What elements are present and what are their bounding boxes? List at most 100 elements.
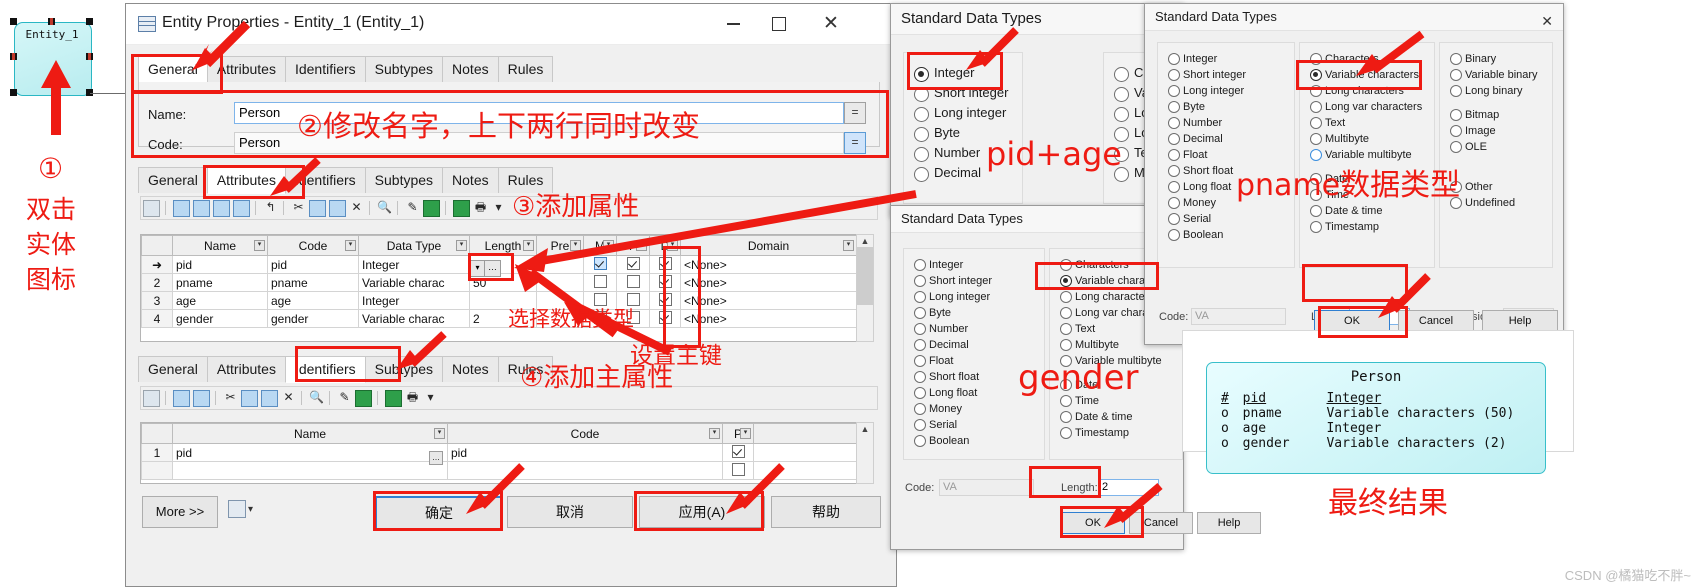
radio-ole[interactable]: OLE (1450, 139, 1552, 155)
minimize-button[interactable] (710, 4, 756, 44)
add-row-icon[interactable] (193, 390, 210, 407)
export-excel-icon[interactable] (453, 200, 470, 217)
cut-icon[interactable]: ✂ (291, 200, 306, 215)
find-icon[interactable]: 🔍 (309, 390, 324, 405)
radio-number[interactable]: Number (1168, 115, 1294, 131)
radio-money[interactable]: Money (914, 401, 1044, 417)
col-name[interactable]: Name ▾ (172, 235, 268, 256)
radio-byte[interactable]: Byte (1168, 99, 1294, 115)
print-icon[interactable]: 🖶 (405, 390, 420, 405)
cell-name[interactable]: pid (172, 255, 268, 274)
cell-datatype[interactable]: Integer (358, 255, 470, 274)
col-code-filter-icon[interactable]: ▾ (345, 240, 356, 251)
add-object-icon[interactable] (233, 200, 250, 217)
code-equal-button[interactable]: = (844, 132, 866, 154)
paste-icon[interactable] (329, 200, 346, 217)
copy-icon[interactable] (309, 200, 326, 217)
identifier-name-ellipsis-button[interactable]: … (429, 451, 443, 465)
cell-id-name[interactable]: pid (172, 443, 448, 462)
add-row-icon[interactable] (193, 200, 210, 217)
tab-identifiers[interactable]: Identifiers (284, 56, 366, 82)
sdt-pname-help-button[interactable]: Help (1482, 310, 1558, 332)
tab-notes-2[interactable]: Notes (442, 167, 499, 193)
scroll-up-icon[interactable]: ▲ (857, 423, 873, 435)
radio-long-integer[interactable]: Long integer (914, 289, 1044, 305)
resize-handle-ne[interactable] (86, 18, 93, 25)
cut-icon[interactable]: ✂ (223, 390, 238, 405)
radio-long-binary[interactable]: Long binary (1450, 83, 1552, 99)
edit-icon[interactable]: ✎ (337, 390, 352, 405)
col-name-filter-icon[interactable]: ▾ (254, 240, 265, 251)
tab-general-2[interactable]: General (138, 167, 208, 193)
id-col-p-filter-icon[interactable]: ▾ (740, 428, 751, 439)
identifiers-toolbar[interactable]: ✂ ✕ 🔍 ✎ 🖶 ▾ (140, 386, 878, 410)
check-model-icon[interactable] (355, 390, 372, 407)
delete-icon[interactable]: ✕ (281, 390, 296, 405)
diagram-canvas[interactable]: Entity_1 ① 双击 实体 图标 (0, 0, 125, 588)
new-attribute-icon[interactable] (143, 200, 160, 217)
delete-icon[interactable]: ✕ (349, 200, 364, 215)
print-icon[interactable]: 🖶 (473, 200, 488, 215)
radio-binary[interactable]: Binary (1450, 51, 1552, 67)
id-col-code-filter-icon[interactable]: ▾ (709, 428, 720, 439)
insert-row-icon[interactable] (173, 390, 190, 407)
sdt-pname-titlebar[interactable]: Standard Data Types ✕ (1145, 4, 1563, 31)
id-col-primary[interactable]: P ▾ (722, 423, 754, 444)
insert-row-icon[interactable] (173, 200, 190, 217)
sdt-pname-code-input[interactable]: VA (1191, 308, 1286, 325)
radio-date-time[interactable]: Date & time (1060, 409, 1182, 425)
resize-handle-sw[interactable] (10, 89, 17, 96)
close-icon[interactable]: ✕ (808, 4, 854, 44)
print-report-icon[interactable] (228, 500, 246, 518)
standard-data-types-dialog-integer[interactable]: Standard Data Types Integer Short intege… (890, 3, 1189, 217)
radio-short-integer[interactable]: Short integer (914, 273, 1044, 289)
col-code[interactable]: Code ▾ (267, 235, 359, 256)
resize-handle-nw[interactable] (10, 18, 17, 25)
radio-integer[interactable]: Integer (914, 257, 1044, 273)
add-list-icon[interactable] (213, 200, 230, 217)
resize-handle-n[interactable] (48, 18, 55, 25)
cell-code[interactable]: pname (267, 273, 359, 292)
result-entity-person[interactable]: Person # pid Integer o pname Variable ch… (1206, 362, 1546, 474)
more-button[interactable]: More >> (142, 496, 218, 528)
cell-domain[interactable]: <None> (680, 309, 857, 328)
cell-datatype[interactable]: Variable charac (358, 309, 470, 328)
cell-code[interactable]: gender (267, 309, 359, 328)
maximize-button[interactable] (756, 4, 802, 44)
copy-icon[interactable] (241, 390, 258, 407)
new-identifier-icon[interactable] (143, 390, 160, 407)
tab-notes-3[interactable]: Notes (442, 356, 499, 382)
cell-id-name[interactable] (172, 461, 448, 480)
tab-identifiers-3[interactable]: Identifiers (284, 356, 366, 383)
radio-long-integer[interactable]: Long integer (1168, 83, 1294, 99)
export-excel-icon[interactable] (385, 390, 402, 407)
radio-short-integer[interactable]: Short integer (914, 83, 1022, 103)
tab-attributes-3[interactable]: Attributes (206, 356, 286, 382)
cell-code[interactable]: age (267, 291, 359, 310)
radio-variable-binary[interactable]: Variable binary (1450, 67, 1552, 83)
cell-name[interactable]: gender (172, 309, 268, 328)
cell-code[interactable]: pid (267, 255, 359, 274)
find-icon[interactable]: 🔍 (377, 200, 392, 215)
edit-icon[interactable]: ✎ (405, 200, 420, 215)
table-row[interactable]: 3 age age Integer <None> (141, 291, 857, 310)
table-row[interactable]: 1 pid pid (141, 443, 857, 462)
cell-datatype[interactable]: Variable charac (358, 273, 470, 292)
tab-subtypes[interactable]: Subtypes (364, 56, 444, 82)
radio-text[interactable]: Text (1310, 115, 1434, 131)
resize-handle-w[interactable] (10, 53, 17, 60)
radio-undefined[interactable]: Undefined (1450, 195, 1552, 211)
cell-datatype[interactable]: Integer (358, 291, 470, 310)
col-datatype-filter-icon[interactable]: ▾ (456, 240, 467, 251)
tab-subtypes-2[interactable]: Subtypes (364, 167, 444, 193)
radio-date-time[interactable]: Date & time (1310, 203, 1434, 219)
radio-timestamp[interactable]: Timestamp (1310, 219, 1434, 235)
radio-bitmap[interactable]: Bitmap (1450, 107, 1552, 123)
radio-timestamp[interactable]: Timestamp (1060, 425, 1182, 441)
table-row[interactable]: 4 gender gender Variable charac 2 <None> (141, 309, 857, 328)
name-equal-button[interactable]: = (844, 102, 866, 124)
cell-domain[interactable]: <None> (680, 291, 857, 310)
radio-long-characters[interactable]: Long characters (1310, 83, 1434, 99)
cell-name[interactable]: pname (172, 273, 268, 292)
radio-integer[interactable]: Integer (1168, 51, 1294, 67)
